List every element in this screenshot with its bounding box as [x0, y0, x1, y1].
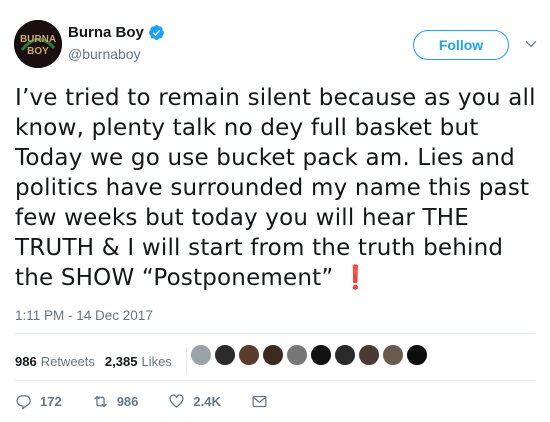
liker-avatar[interactable] — [382, 344, 404, 366]
like-action[interactable]: 2.4K — [168, 393, 221, 410]
liker-avatars[interactable] — [190, 344, 430, 366]
follow-button[interactable]: Follow — [413, 30, 509, 60]
retweet-count: 986 — [116, 394, 139, 409]
liker-avatar[interactable] — [310, 344, 332, 366]
reply-action[interactable]: 172 — [15, 393, 62, 410]
likes-stat[interactable]: 2,385 Likes — [105, 354, 172, 369]
liker-avatar[interactable] — [406, 344, 428, 366]
verified-badge-icon — [148, 25, 164, 40]
liker-avatar[interactable] — [286, 344, 308, 366]
liker-avatar[interactable] — [358, 344, 380, 366]
liker-avatar[interactable] — [334, 344, 356, 366]
avatar-image: BURNA BOY — [14, 20, 62, 68]
likes-label: Likes — [141, 353, 172, 369]
direct-message-action[interactable] — [251, 393, 276, 410]
svg-text:BOY: BOY — [27, 46, 49, 57]
envelope-icon — [252, 395, 267, 408]
chevron-down-icon[interactable] — [524, 37, 538, 51]
divider — [15, 333, 535, 334]
divider — [15, 380, 535, 381]
liker-avatar[interactable] — [238, 344, 260, 366]
liker-avatar[interactable] — [262, 344, 284, 366]
retweets-label: Retweets — [40, 353, 95, 369]
avatar[interactable]: BURNA BOY — [14, 20, 62, 68]
liker-avatar[interactable] — [214, 344, 236, 366]
tweet-text: I’ve tried to remain silent because as y… — [15, 83, 540, 293]
reply-count: 172 — [40, 394, 62, 409]
exclamation-emoji: ❗ — [341, 265, 370, 291]
retweets-stat[interactable]: 986 Retweets — [15, 354, 95, 369]
retweet-icon — [93, 395, 107, 408]
liker-avatar[interactable] — [190, 344, 212, 366]
tweet-body: I’ve tried to remain silent because as y… — [15, 85, 536, 291]
tweet-card: BURNA BOY Burna Boy @burnaboy Follow I’v… — [0, 0, 550, 422]
svg-text:BURNA: BURNA — [20, 34, 56, 45]
user-handle[interactable]: @burnaboy — [68, 46, 141, 62]
tweet-timestamp[interactable]: 1:11 PM - 14 Dec 2017 — [15, 308, 153, 323]
reply-icon — [16, 395, 31, 410]
tweet-actions: 172 986 2.4K — [15, 393, 306, 410]
retweets-count: 986 — [15, 353, 37, 369]
like-count: 2.4K — [193, 394, 221, 409]
tweet-stats: 986 Retweets 2,385 Likes — [15, 348, 197, 374]
display-name[interactable]: Burna Boy — [68, 24, 144, 41]
stats-separator — [185, 348, 187, 374]
retweet-action[interactable]: 986 — [92, 393, 139, 410]
likes-count: 2,385 — [104, 353, 138, 369]
heart-icon — [169, 394, 184, 408]
name-row: Burna Boy — [68, 24, 165, 41]
